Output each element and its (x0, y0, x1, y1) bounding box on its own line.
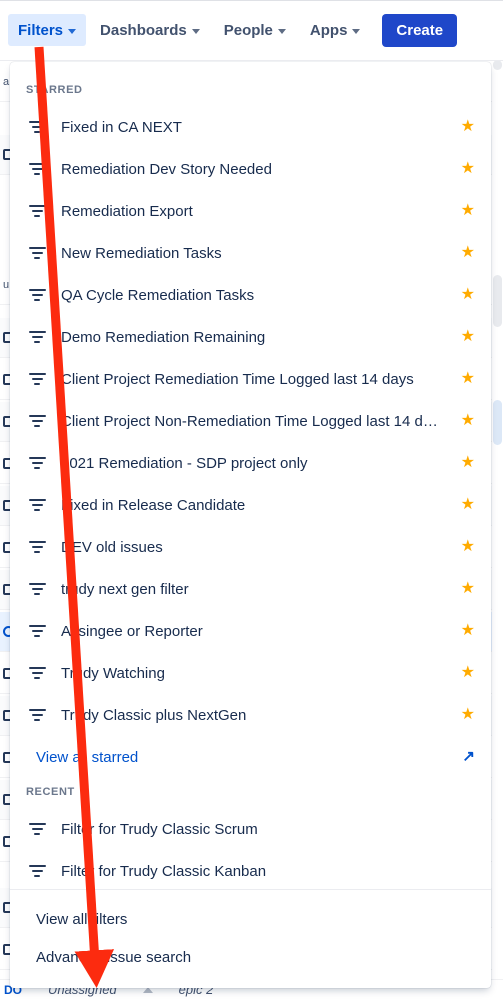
starred-filter-item[interactable]: Trudy Watching ★ (10, 652, 491, 694)
recent-filter-item[interactable]: Filter for Trudy Classic Scrum (10, 808, 491, 850)
starred-filter-label: QA Cycle Remediation Tasks (61, 286, 255, 304)
filter-icon (28, 664, 46, 682)
star-icon[interactable]: ★ (461, 539, 475, 555)
starred-filter-item[interactable]: trudy next gen filter ★ (10, 568, 491, 610)
filter-icon (28, 820, 46, 838)
nav-item-dashboards[interactable]: Dashboards (90, 14, 210, 46)
filter-icon (28, 622, 46, 640)
starred-filter-item[interactable]: Assingee or Reporter ★ (10, 610, 491, 652)
chevron-down-icon (191, 28, 200, 34)
starred-filter-label: Trudy Watching (61, 664, 165, 682)
nav-item-label: Filters (18, 21, 64, 39)
starred-filter-item[interactable]: Fixed in CA NEXT ★ (10, 106, 491, 148)
filter-icon (28, 370, 46, 388)
filter-icon (28, 118, 46, 136)
starred-filter-label: Fixed in Release Candidate (61, 496, 246, 514)
starred-filter-item[interactable]: 2021 Remediation - SDP project only ★ (10, 442, 491, 484)
star-icon[interactable]: ★ (461, 245, 475, 261)
star-icon[interactable]: ★ (461, 707, 475, 723)
filter-icon (28, 160, 46, 178)
chevron-down-icon (68, 28, 77, 34)
star-icon[interactable]: ★ (461, 455, 475, 471)
starred-filter-label: Remediation Export (61, 202, 193, 220)
external-link-arrow-icon: ↗ (462, 748, 475, 765)
starred-filter-label: Trudy Classic plus NextGen (61, 706, 247, 724)
screen-root: a u DO Unassigned epic 2 Filters Dashboa… (0, 0, 503, 999)
starred-filter-label: DEV old issues (61, 538, 163, 556)
filter-icon (28, 286, 46, 304)
starred-section-heading: STARRED (26, 84, 83, 96)
chevron-down-icon (352, 28, 361, 34)
starred-filter-item[interactable]: QA Cycle Remediation Tasks ★ (10, 274, 491, 316)
star-icon[interactable]: ★ (461, 497, 475, 513)
nav-item-label: Dashboards (100, 21, 187, 39)
starred-filter-item[interactable]: DEV old issues ★ (10, 526, 491, 568)
nav-item-label: Apps (309, 21, 348, 39)
filter-icon (28, 862, 46, 880)
recent-filter-item[interactable]: Filter for Trudy Classic Kanban (10, 850, 491, 889)
starred-filter-label: Assingee or Reporter (61, 622, 203, 640)
starred-filter-label: 2021 Remediation - SDP project only (61, 454, 308, 472)
starred-filter-item[interactable]: Remediation Dev Story Needed ★ (10, 148, 491, 190)
filters-dropdown-menu: STARRED Fixed in CA NEXT ★ Remediation Dev… (10, 62, 491, 988)
filter-icon (28, 328, 46, 346)
starred-filter-item[interactable]: Trudy Classic plus NextGen ★ (10, 694, 491, 736)
nav-item-filters[interactable]: Filters (8, 14, 87, 46)
nav-item-apps[interactable]: Apps (300, 14, 371, 46)
star-icon[interactable]: ★ (461, 203, 475, 219)
starred-filter-label: Fixed in CA NEXT (61, 118, 182, 136)
filter-icon (28, 454, 46, 472)
filter-icon (28, 412, 46, 430)
chevron-down-icon (277, 28, 286, 34)
starred-filter-item[interactable]: New Remediation Tasks ★ (10, 232, 491, 274)
scrollbar-thumb[interactable] (493, 60, 502, 70)
starred-filter-label: New Remediation Tasks (61, 244, 222, 262)
advanced-issue-search-item[interactable]: Advanced issue search (10, 938, 491, 976)
starred-filter-label: Client Project Non-Remediation Time Logg… (61, 412, 446, 430)
background-text: u (3, 278, 10, 291)
filter-icon (28, 580, 46, 598)
page-scrollbar[interactable] (492, 60, 503, 999)
filter-icon (28, 538, 46, 556)
starred-filters-list: Fixed in CA NEXT ★ Remediation Dev Story N… (10, 106, 491, 736)
scrollbar-thumb[interactable] (493, 275, 502, 327)
starred-filter-item[interactable]: Remediation Export ★ (10, 190, 491, 232)
top-navigation-bar: Filters Dashboards People Apps Create (0, 0, 503, 61)
starred-filter-item[interactable]: Fixed in Release Candidate ★ (10, 484, 491, 526)
recent-filter-label: Filter for Trudy Classic Scrum (61, 820, 258, 838)
filter-icon (28, 244, 46, 262)
starred-filter-label: Client Project Remediation Time Logged l… (61, 370, 414, 388)
starred-filter-label: Remediation Dev Story Needed (61, 160, 272, 178)
star-icon[interactable]: ★ (461, 329, 475, 345)
star-icon[interactable]: ★ (461, 287, 475, 303)
background-text: a (3, 75, 10, 88)
star-icon[interactable]: ★ (461, 119, 475, 135)
filter-icon (28, 496, 46, 514)
recent-filters-list: Filter for Trudy Classic Scrum Filter for… (10, 808, 491, 889)
filters-dropdown-footer: View all filters Advanced issue search (10, 889, 491, 988)
star-icon[interactable]: ★ (461, 161, 475, 177)
starred-filter-label: Demo Remediation Remaining (61, 328, 266, 346)
scrollbar-thumb[interactable] (493, 400, 502, 445)
star-icon[interactable]: ★ (461, 665, 475, 681)
filter-icon (28, 202, 46, 220)
star-icon[interactable]: ★ (461, 413, 475, 429)
star-icon[interactable]: ★ (461, 581, 475, 597)
create-button[interactable]: Create (382, 13, 458, 47)
filter-icon (28, 706, 46, 724)
starred-filter-item[interactable]: Client Project Non-Remediation Time Logg… (10, 400, 491, 442)
nav-item-label: People (223, 21, 273, 39)
starred-filter-label: trudy next gen filter (61, 580, 189, 598)
filters-dropdown-scroll-area: STARRED Fixed in CA NEXT ★ Remediation Dev… (10, 62, 491, 889)
view-all-starred-label: View all starred (36, 748, 139, 766)
view-all-starred-link[interactable]: View all starred ↗ (10, 736, 491, 778)
nav-item-people[interactable]: People (214, 14, 296, 46)
star-icon[interactable]: ★ (461, 623, 475, 639)
starred-filter-item[interactable]: Client Project Remediation Time Logged l… (10, 358, 491, 400)
recent-section-heading: RECENT (26, 786, 75, 798)
recent-filter-label: Filter for Trudy Classic Kanban (61, 862, 267, 880)
starred-filter-item[interactable]: Demo Remediation Remaining ★ (10, 316, 491, 358)
view-all-filters-item[interactable]: View all filters (10, 900, 491, 938)
star-icon[interactable]: ★ (461, 371, 475, 387)
